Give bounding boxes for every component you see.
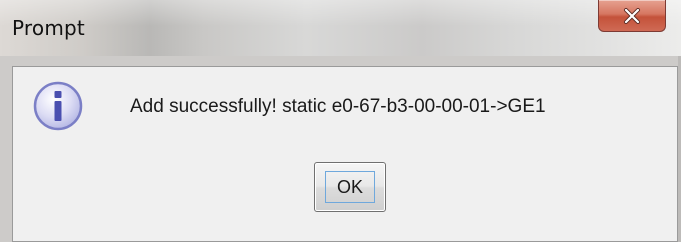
window-title: Prompt xyxy=(12,16,85,40)
ok-button-label: OK xyxy=(336,176,363,197)
close-x-icon xyxy=(622,7,642,24)
dialog-message: Add successfully! static e0-67-b3-00-00-… xyxy=(130,96,546,117)
dialog-content xyxy=(12,66,678,242)
title-bar[interactable]: Prompt xyxy=(0,0,681,56)
prompt-dialog: Prompt Add successfully! static e0-67-b3… xyxy=(0,0,681,242)
ok-button[interactable]: OK xyxy=(314,162,386,212)
ok-button-focus-ring: OK xyxy=(325,171,375,203)
close-button[interactable] xyxy=(598,0,666,32)
title-bar-shine xyxy=(0,0,681,26)
info-icon xyxy=(32,80,84,132)
